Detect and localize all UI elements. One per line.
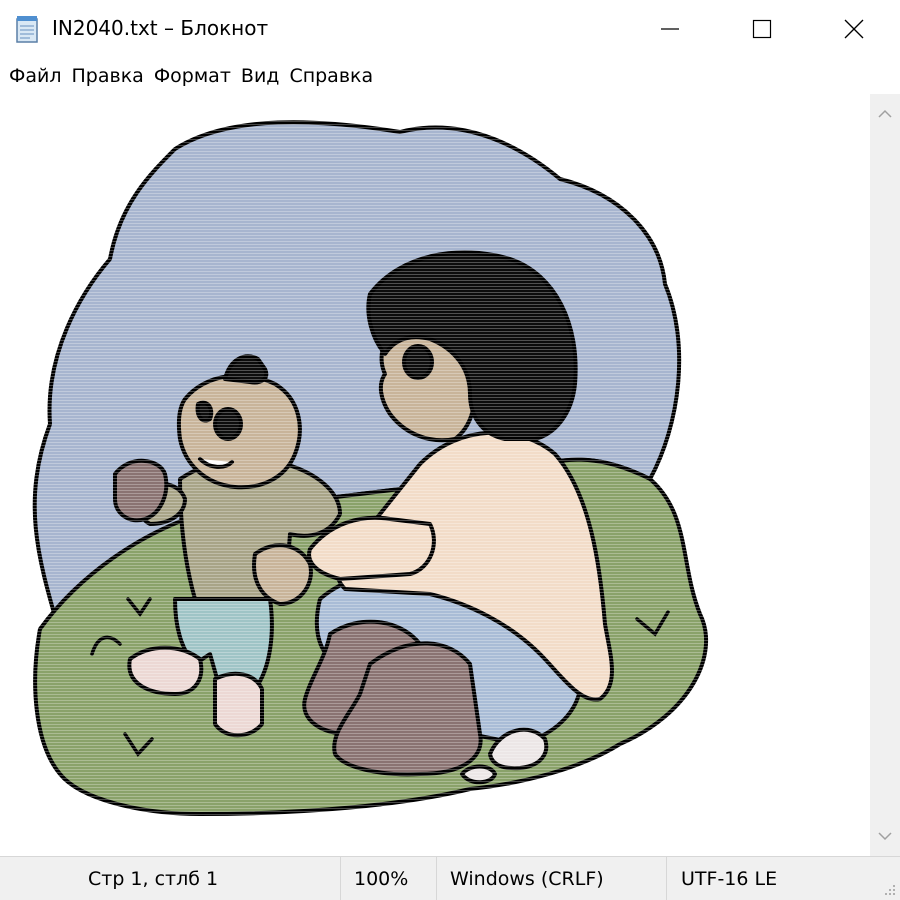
status-separator xyxy=(436,857,437,900)
encoding: UTF-16 LE xyxy=(681,867,778,890)
scanline-overlay xyxy=(0,94,870,856)
scroll-down-icon[interactable] xyxy=(877,828,893,844)
line-ending: Windows (CRLF) xyxy=(450,867,604,890)
status-separator xyxy=(340,857,341,900)
text-editor-area[interactable] xyxy=(0,94,870,856)
title-bar: IN2040.txt – Блокнот xyxy=(0,0,900,58)
scroll-up-icon[interactable] xyxy=(877,106,893,122)
menu-bar: Файл Правка Формат Вид Справка xyxy=(0,58,900,94)
status-bar: Стр 1, стлб 1 100% Windows (CRLF) UTF-16… xyxy=(0,856,900,900)
menu-format[interactable]: Формат xyxy=(149,65,236,87)
zoom-level: 100% xyxy=(354,867,409,890)
maximize-button[interactable] xyxy=(716,0,808,58)
cursor-position: Стр 1, стлб 1 xyxy=(88,867,219,890)
window-title: IN2040.txt – Блокнот xyxy=(52,16,269,40)
maximize-icon xyxy=(752,19,772,39)
minimize-icon xyxy=(661,28,679,30)
menu-help[interactable]: Справка xyxy=(284,65,378,87)
vertical-scrollbar[interactable] xyxy=(870,94,900,856)
notepad-icon xyxy=(16,16,38,43)
minimize-button[interactable] xyxy=(624,0,716,58)
ascii-art-illustration xyxy=(0,94,870,856)
menu-edit[interactable]: Правка xyxy=(67,65,149,87)
close-button[interactable] xyxy=(808,0,900,58)
menu-view[interactable]: Вид xyxy=(236,65,285,87)
close-icon xyxy=(844,19,864,39)
menu-file[interactable]: Файл xyxy=(4,65,67,87)
resize-grip-icon[interactable] xyxy=(882,882,896,896)
status-separator xyxy=(666,857,667,900)
